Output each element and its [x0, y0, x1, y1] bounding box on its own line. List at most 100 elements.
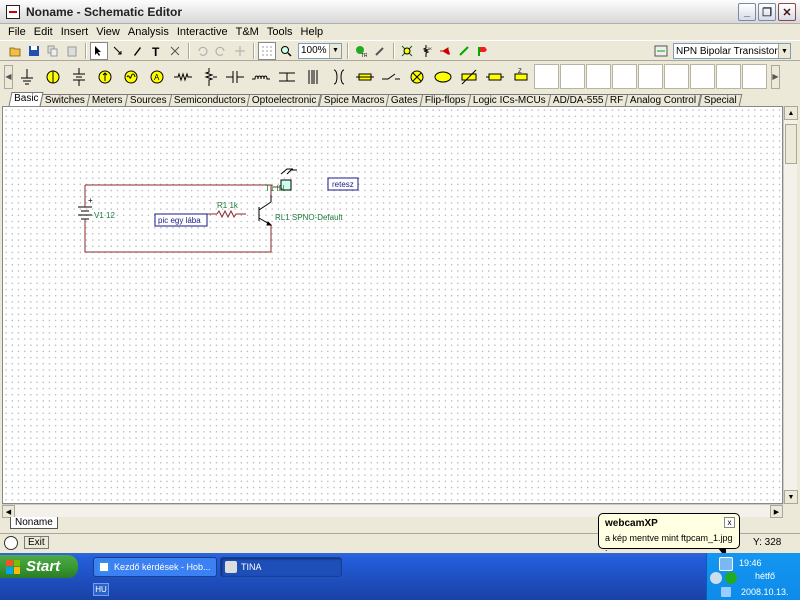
- grid-icon[interactable]: [258, 41, 276, 60]
- notification-balloon[interactable]: webcamXP a kép mentve mint ftpcam_1.jpg …: [598, 513, 740, 553]
- menu-analysis[interactable]: Analysis: [124, 26, 173, 38]
- close-icon[interactable]: x: [724, 517, 735, 528]
- tab-basic[interactable]: Basic: [8, 92, 44, 106]
- menu-help[interactable]: Help: [297, 26, 328, 38]
- tray-webcam-icon[interactable]: [719, 557, 733, 571]
- capacitor-icon[interactable]: [222, 64, 247, 90]
- tab-switches[interactable]: Switches: [40, 94, 91, 106]
- taskbar: Start Kezdő kérdések - Hob... TINA HU 19…: [0, 553, 800, 600]
- motor-icon[interactable]: [430, 64, 455, 90]
- resistor-icon[interactable]: [170, 64, 195, 90]
- cross-icon[interactable]: [231, 42, 249, 60]
- maximize-button[interactable]: ❐: [758, 3, 776, 21]
- taskbar-item-tina[interactable]: TINA: [220, 557, 342, 577]
- redo-icon[interactable]: [212, 42, 230, 60]
- probe-icon[interactable]: [371, 42, 389, 60]
- move-icon[interactable]: [109, 42, 127, 60]
- save-icon[interactable]: [25, 42, 43, 60]
- copy-icon[interactable]: [44, 42, 62, 60]
- current-source-icon[interactable]: [92, 64, 117, 90]
- menu-insert[interactable]: Insert: [57, 26, 93, 38]
- palette-scroll-left[interactable]: ◀: [4, 64, 13, 89]
- flag-icon[interactable]: [474, 42, 492, 60]
- ammeter-icon[interactable]: A: [144, 64, 169, 90]
- minimize-button[interactable]: _: [738, 3, 756, 21]
- voltage-source-icon[interactable]: [40, 64, 65, 90]
- tray-network-icon[interactable]: [725, 572, 737, 584]
- led-icon[interactable]: [455, 42, 473, 60]
- coupled-coil-icon[interactable]: [300, 64, 325, 90]
- scroll-right-icon[interactable]: ▶: [770, 505, 783, 518]
- tab-sources[interactable]: Sources: [124, 94, 172, 106]
- ideal-transformer-icon[interactable]: [326, 64, 351, 90]
- tab-spice-macros[interactable]: Spice Macros: [318, 94, 390, 106]
- menu-interactive[interactable]: Interactive: [173, 26, 232, 38]
- open-folder-icon[interactable]: [6, 42, 24, 60]
- resistor-1k-icon[interactable]: 1K: [417, 42, 435, 60]
- varistor-icon[interactable]: [456, 64, 481, 90]
- exit-icon[interactable]: [4, 535, 18, 550]
- menu-tm[interactable]: T&M: [232, 26, 263, 38]
- ac-source-icon[interactable]: [118, 64, 143, 90]
- relay-icon[interactable]: [482, 64, 507, 90]
- scroll-down-icon[interactable]: ▼: [784, 490, 798, 504]
- taskbar-item-browser[interactable]: Kezdő kérdések - Hob...: [93, 557, 217, 577]
- fuse-icon[interactable]: [352, 64, 377, 90]
- vertical-scrollbar[interactable]: ▲ ▼: [783, 106, 798, 504]
- schematic-canvas[interactable]: + V1 12 R1 1k T1 IN RL1 SPNO-Default pic…: [2, 106, 783, 504]
- exit-button[interactable]: Exit: [24, 536, 49, 549]
- scroll-up-icon[interactable]: ▲: [784, 106, 798, 120]
- menu-view[interactable]: View: [92, 26, 124, 38]
- tab-ad-da[interactable]: AD/DA-555: [547, 94, 609, 106]
- text-icon[interactable]: T: [147, 42, 165, 60]
- zoom-icon[interactable]: [277, 42, 295, 60]
- palette-scroll-right[interactable]: ▶: [771, 64, 780, 89]
- tab-special[interactable]: Special: [698, 94, 742, 106]
- tab-gates[interactable]: Gates: [386, 94, 424, 106]
- diode-icon[interactable]: [436, 42, 454, 60]
- tab-label: Switches: [45, 95, 86, 106]
- menu-file[interactable]: File: [4, 26, 30, 38]
- document-tab[interactable]: Noname: [10, 517, 58, 529]
- tray-chevron-icon[interactable]: [710, 572, 722, 584]
- inductor-icon[interactable]: [248, 64, 273, 90]
- tab-label: Basic: [14, 93, 39, 104]
- close-button[interactable]: ✕: [778, 3, 796, 21]
- ground-icon[interactable]: [14, 64, 39, 90]
- tray-monitor-icon[interactable]: [721, 587, 731, 597]
- transformer-icon[interactable]: [274, 64, 299, 90]
- zoom-select[interactable]: 100% ▼: [298, 42, 342, 59]
- clock-time[interactable]: 19:46: [739, 558, 762, 568]
- battery-plus-label: +: [88, 196, 93, 205]
- zoom-value: 100%: [301, 45, 327, 56]
- start-button[interactable]: Start: [0, 555, 78, 578]
- analysis-icon[interactable]: TR: [352, 42, 370, 60]
- tab-analog-control[interactable]: Analog Control: [625, 94, 702, 106]
- component-select[interactable]: NPN Bipolar Transistor ▼: [673, 43, 791, 59]
- tab-meters[interactable]: Meters: [87, 94, 129, 106]
- menu-edit[interactable]: Edit: [30, 26, 57, 38]
- system-tray: 19:46 hétfő 2008.10.13.: [706, 553, 800, 600]
- select-arrow-icon[interactable]: [90, 41, 108, 60]
- switch-icon[interactable]: [378, 64, 403, 90]
- tab-flip-flops[interactable]: Flip-flops: [419, 94, 472, 106]
- potentiometer-icon[interactable]: [196, 64, 221, 90]
- battery-icon[interactable]: [66, 64, 91, 90]
- undo-icon[interactable]: [193, 42, 211, 60]
- delete-icon[interactable]: [166, 42, 184, 60]
- window-title: Noname - Schematic Editor: [26, 4, 183, 19]
- relay-label: RL1 SPNO-Default: [275, 213, 343, 222]
- meter-x-icon[interactable]: [398, 42, 416, 60]
- wire-pen-icon[interactable]: [128, 42, 146, 60]
- menu-tools[interactable]: Tools: [263, 26, 297, 38]
- tab-label: Sources: [129, 95, 167, 106]
- scroll-thumb[interactable]: [785, 124, 797, 164]
- tab-label: Meters: [92, 95, 123, 106]
- zener-icon[interactable]: Z: [508, 64, 533, 90]
- tab-logic-ics[interactable]: Logic ICs-MCUs: [467, 94, 551, 106]
- lamp-icon[interactable]: [404, 64, 429, 90]
- tab-semiconductors[interactable]: Semiconductors: [168, 94, 251, 106]
- tab-optoelectronic[interactable]: Optoelectronic: [247, 94, 323, 106]
- paste-icon[interactable]: [63, 42, 81, 60]
- language-indicator[interactable]: HU: [93, 583, 109, 596]
